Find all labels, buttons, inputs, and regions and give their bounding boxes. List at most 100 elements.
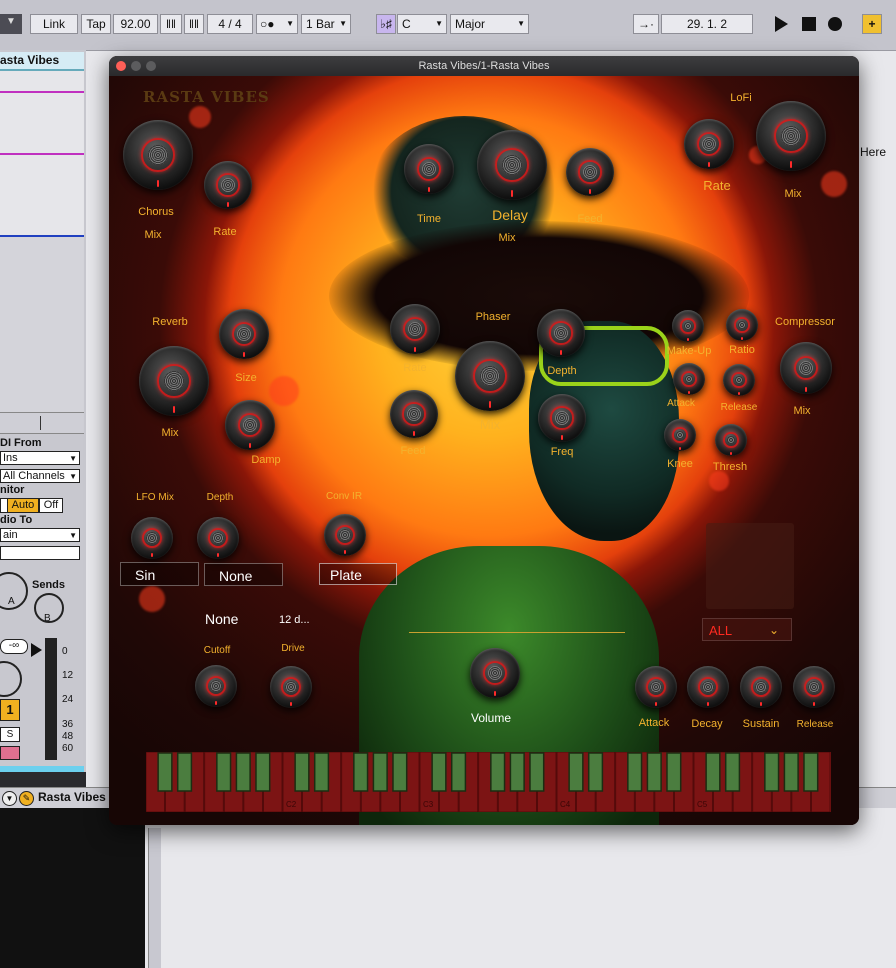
clip-slot[interactable]	[0, 113, 84, 134]
env-release-knob[interactable]	[793, 666, 835, 708]
delay-mix-knob[interactable]	[477, 130, 547, 200]
chorus-rate-knob[interactable]	[204, 161, 252, 209]
lfo-mix-knob[interactable]	[131, 517, 173, 559]
black-key[interactable]	[587, 752, 604, 792]
arm-button[interactable]	[0, 746, 20, 760]
compressor-thresh-knob[interactable]	[715, 424, 747, 456]
chorus-mix-knob[interactable]	[123, 120, 193, 190]
black-key[interactable]	[568, 752, 584, 792]
black-key[interactable]	[529, 752, 545, 792]
delay-feed-knob[interactable]	[566, 148, 614, 196]
reverb-damp-knob[interactable]	[225, 400, 275, 450]
time-signature-field[interactable]: 4 / 4	[207, 14, 253, 34]
voice-select[interactable]: ALL ⌄	[702, 618, 792, 641]
black-key[interactable]	[627, 752, 643, 792]
minimize-icon[interactable]	[131, 61, 141, 71]
compressor-makeup-knob[interactable]	[672, 310, 704, 342]
env-decay-knob[interactable]	[687, 666, 729, 708]
black-key[interactable]	[450, 752, 467, 792]
black-key[interactable]	[255, 752, 271, 792]
tap-button[interactable]: Tap	[81, 14, 111, 34]
reverb-mix-knob[interactable]	[139, 346, 209, 416]
pan-knob[interactable]	[0, 661, 22, 697]
volume-knob[interactable]	[470, 648, 520, 698]
black-key[interactable]	[157, 752, 173, 792]
channel-select[interactable]: All Channels ▼	[0, 469, 80, 483]
audio-to-select[interactable]: ain ▼	[0, 528, 80, 542]
lfo-depth-knob[interactable]	[197, 517, 239, 559]
delay-time-knob[interactable]	[404, 144, 454, 194]
filter-type-select[interactable]: None	[205, 611, 238, 627]
conv-ir-select[interactable]: Plate	[319, 563, 397, 585]
monitor-off-button[interactable]: Off	[39, 498, 63, 513]
record-icon[interactable]	[828, 17, 842, 31]
compressor-knee-knob[interactable]	[664, 419, 696, 451]
window-titlebar[interactable]: Rasta Vibes/1-Rasta Vibes	[109, 56, 859, 76]
black-key[interactable]	[294, 752, 310, 792]
stop-row[interactable]	[0, 412, 84, 434]
arrow-button[interactable]: ▼	[0, 14, 22, 34]
phaser-rate-knob[interactable]	[390, 304, 440, 354]
black-key[interactable]	[803, 752, 819, 792]
compressor-mix-knob[interactable]	[780, 342, 832, 394]
audio-to-channel[interactable]	[0, 546, 80, 560]
arrangement-position[interactable]: 29. 1. 2	[661, 14, 753, 34]
lfo-target-select[interactable]: None	[204, 563, 283, 586]
compressor-attack-knob[interactable]	[673, 363, 705, 395]
phaser-depth-knob[interactable]	[537, 309, 585, 357]
black-key[interactable]	[216, 752, 232, 792]
phaser-freq-knob[interactable]	[538, 394, 586, 442]
lfo-shape-select[interactable]: Sin	[120, 562, 199, 586]
lofi-mix-knob[interactable]	[756, 101, 826, 171]
clip-slot[interactable]	[0, 155, 84, 176]
close-icon[interactable]	[116, 61, 126, 71]
zoom-icon[interactable]	[146, 61, 156, 71]
reverb-size-knob[interactable]	[219, 309, 269, 359]
clip-slot[interactable]	[0, 195, 84, 216]
scrollbar[interactable]	[148, 828, 161, 968]
link-button[interactable]: Link	[30, 14, 78, 34]
filter-slope-select[interactable]: 12 d...	[279, 614, 310, 626]
black-key[interactable]	[509, 752, 525, 792]
compressor-ratio-knob[interactable]	[726, 309, 758, 341]
lofi-rate-knob[interactable]	[684, 119, 734, 169]
conv-ir-knob[interactable]	[324, 514, 366, 556]
black-key[interactable]	[372, 752, 388, 792]
black-key[interactable]	[392, 752, 408, 792]
black-key[interactable]	[353, 752, 369, 792]
tempo-field[interactable]: 92.00	[113, 14, 158, 34]
piano-keyboard[interactable]: C2 C3 C4 C5	[146, 752, 831, 812]
clip-slot[interactable]	[0, 175, 84, 196]
env-sustain-knob[interactable]	[740, 666, 782, 708]
black-key[interactable]	[176, 752, 193, 792]
env-attack-knob[interactable]	[635, 666, 677, 708]
key-dropdown[interactable]: C ▼	[397, 14, 447, 34]
compressor-release-knob[interactable]	[723, 364, 755, 396]
device-name[interactable]: Rasta Vibes	[38, 790, 106, 804]
filter-cutoff-knob[interactable]	[195, 665, 237, 707]
phaser-feed-knob[interactable]	[390, 390, 438, 438]
midi-from-select[interactable]: Ins ▼	[0, 451, 80, 465]
add-button[interactable]: +	[862, 14, 882, 34]
black-key[interactable]	[431, 752, 447, 792]
play-icon[interactable]	[775, 16, 788, 32]
solo-button[interactable]: S	[0, 727, 20, 742]
nudge-icon[interactable]: ‖‖	[160, 14, 182, 34]
scale-dropdown[interactable]: Major ▼	[450, 14, 529, 34]
clip-slot[interactable]	[0, 71, 84, 93]
filter-drive-knob[interactable]	[270, 666, 312, 708]
monitor-auto-button[interactable]: Auto	[7, 498, 39, 513]
black-key[interactable]	[666, 752, 682, 792]
fold-icon[interactable]: ▼	[2, 791, 17, 806]
black-key[interactable]	[705, 752, 721, 792]
clip-slot[interactable]	[0, 133, 84, 155]
edit-icon[interactable]: ✎	[19, 791, 34, 806]
black-key[interactable]	[724, 752, 741, 792]
quantize-dropdown[interactable]: 1 Bar ▼	[301, 14, 351, 34]
black-key[interactable]	[235, 752, 251, 792]
volume-readout[interactable]: -∞	[0, 639, 28, 654]
phaser-mix-knob[interactable]	[455, 341, 525, 411]
xy-pad[interactable]	[706, 523, 794, 609]
black-key[interactable]	[646, 752, 662, 792]
black-key[interactable]	[764, 752, 780, 792]
